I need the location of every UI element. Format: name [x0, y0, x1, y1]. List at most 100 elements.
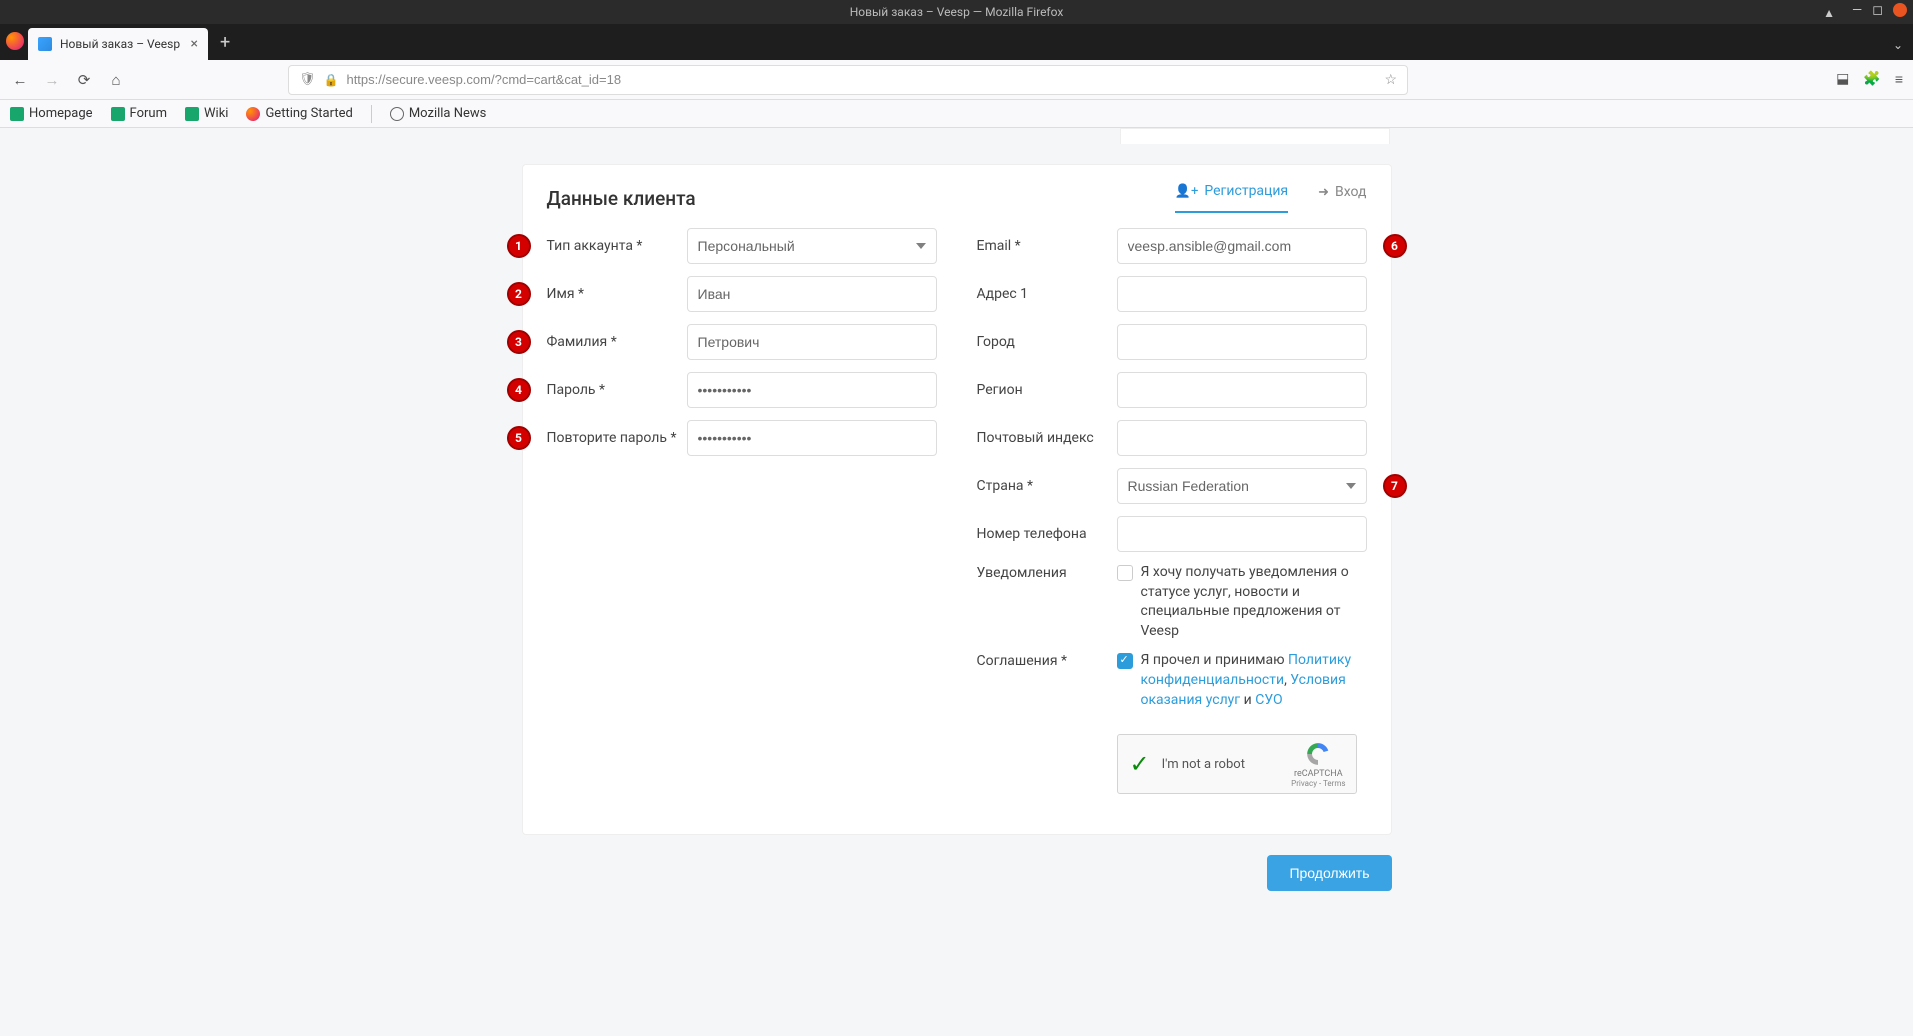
close-icon[interactable]: [1893, 3, 1907, 17]
field-agreements: Соглашения * Я прочел и принимаю Политик…: [977, 651, 1367, 710]
label-region: Регион: [977, 382, 1117, 398]
label-notifications: Уведомления: [977, 563, 1117, 581]
client-data-card: Данные клиента 👤+ Регистрация ➜ Вход 1 Т…: [522, 164, 1392, 835]
lock-icon[interactable]: 🔒: [324, 73, 339, 87]
notification-icon[interactable]: ▲: [1823, 6, 1835, 20]
field-region: Регион: [977, 371, 1367, 409]
field-country: Страна * Russian Federation 7: [977, 467, 1367, 505]
input-last-name[interactable]: [687, 324, 937, 360]
field-postcode: Почтовый индекс: [977, 419, 1367, 457]
reload-button[interactable]: ⟳: [74, 71, 94, 89]
label-country: Страна *: [977, 478, 1117, 494]
bookmark-getting-started[interactable]: Getting Started: [246, 106, 352, 121]
bookmark-forum[interactable]: Forum: [111, 106, 167, 121]
label-email: Email *: [977, 238, 1117, 254]
firefox-icon: [6, 32, 24, 50]
checkbox-notifications[interactable]: [1117, 565, 1133, 581]
annotation-badge-1: 1: [507, 234, 531, 258]
label-city: Город: [977, 334, 1117, 350]
url-bar[interactable]: 🛡 🔒 ☆: [288, 65, 1408, 95]
url-input[interactable]: [346, 72, 1376, 87]
card-heading: Данные клиента: [547, 187, 696, 210]
back-button[interactable]: ←: [10, 71, 30, 89]
field-first-name: 2 Имя *: [547, 275, 937, 313]
bookmark-homepage[interactable]: Homepage: [10, 106, 93, 121]
bookmark-star-icon[interactable]: ☆: [1384, 72, 1397, 88]
new-tab-button[interactable]: +: [220, 32, 230, 53]
bookmarks-bar: Homepage Forum Wiki Getting Started Mozi…: [0, 100, 1913, 128]
field-notifications: Уведомления Я хочу получать уведомления …: [977, 563, 1367, 641]
annotation-badge-6: 6: [1383, 234, 1407, 258]
forward-button: →: [42, 71, 62, 89]
input-email[interactable]: [1117, 228, 1367, 264]
toolbar-right: ⬓ 🧩 ≡: [1836, 71, 1903, 88]
browser-navbar: ← → ⟳ ⌂ 🛡 🔒 ☆ ⬓ 🧩 ≡: [0, 60, 1913, 100]
continue-button[interactable]: Продолжить: [1267, 855, 1391, 891]
window-title: Новый заказ – Veesp — Mozilla Firefox: [850, 5, 1064, 19]
select-account-type[interactable]: Персональный: [687, 228, 937, 264]
label-password-repeat: Повторите пароль *: [547, 430, 687, 446]
recaptcha-widget[interactable]: ✓ I'm not a robot reCAPTCHA Privacy - Te…: [1117, 734, 1357, 794]
label-password: Пароль *: [547, 382, 687, 398]
manjaro-icon: [111, 107, 125, 121]
login-icon: ➜: [1318, 185, 1329, 200]
link-syo[interactable]: СУО: [1255, 692, 1282, 708]
tab-register[interactable]: 👤+ Регистрация: [1175, 183, 1288, 213]
input-address1[interactable]: [1117, 276, 1367, 312]
minimize-icon[interactable]: —: [1852, 3, 1862, 18]
field-city: Город: [977, 323, 1367, 361]
tab-close-icon[interactable]: ×: [191, 36, 198, 52]
input-password-repeat[interactable]: [687, 420, 937, 456]
manjaro-icon: [10, 107, 24, 121]
select-country[interactable]: Russian Federation: [1117, 468, 1367, 504]
pocket-icon[interactable]: ⬓: [1836, 71, 1849, 88]
field-address1: Адрес 1: [977, 275, 1367, 313]
annotation-badge-3: 3: [507, 330, 531, 354]
form-body: 1 Тип аккаунта * Персональный 2 Имя * 3 …: [523, 227, 1391, 804]
browser-tab[interactable]: Новый заказ – Veesp ×: [28, 28, 208, 60]
auth-tabs: 👤+ Регистрация ➜ Вход: [1175, 183, 1367, 213]
bookmark-wiki[interactable]: Wiki: [185, 106, 228, 121]
label-first-name: Имя *: [547, 286, 687, 302]
label-postcode: Почтовый индекс: [977, 430, 1117, 446]
annotation-badge-4: 4: [507, 378, 531, 402]
agreements-text: Я прочел и принимаю Политику конфиденциа…: [1141, 651, 1367, 710]
user-plus-icon: 👤+: [1175, 184, 1199, 199]
label-agreements: Соглашения *: [977, 651, 1117, 669]
input-first-name[interactable]: [687, 276, 937, 312]
footer-actions: Продолжить: [522, 855, 1392, 891]
annotation-badge-5: 5: [507, 426, 531, 450]
field-email: Email * 6: [977, 227, 1367, 265]
field-last-name: 3 Фамилия *: [547, 323, 937, 361]
input-city[interactable]: [1117, 324, 1367, 360]
checkbox-agreements[interactable]: [1117, 653, 1133, 669]
page-content: Данные клиента 👤+ Регистрация ➜ Вход 1 Т…: [0, 128, 1913, 891]
shield-icon[interactable]: 🛡: [299, 72, 316, 87]
globe-icon: [390, 107, 404, 121]
bookmark-mozilla-news[interactable]: Mozilla News: [390, 106, 487, 121]
maximize-icon[interactable]: ◻: [1872, 3, 1883, 18]
field-phone: Номер телефона: [977, 515, 1367, 553]
menu-icon[interactable]: ≡: [1895, 71, 1903, 88]
input-phone[interactable]: [1117, 516, 1367, 552]
notifications-text: Я хочу получать уведомления о статусе ус…: [1141, 563, 1367, 641]
recaptcha-logo: reCAPTCHA Privacy - Terms: [1291, 741, 1345, 788]
tab-login[interactable]: ➜ Вход: [1318, 183, 1366, 213]
home-button[interactable]: ⌂: [106, 71, 126, 89]
check-icon: ✓: [1130, 750, 1150, 778]
tab-title: Новый заказ – Veesp: [60, 37, 183, 51]
label-account-type: Тип аккаунта *: [547, 238, 687, 254]
form-col-left: 1 Тип аккаунта * Персональный 2 Имя * 3 …: [547, 227, 937, 804]
card-header: Данные клиента 👤+ Регистрация ➜ Вход: [523, 165, 1391, 227]
extensions-icon[interactable]: 🧩: [1863, 71, 1880, 88]
manjaro-icon: [185, 107, 199, 121]
input-region[interactable]: [1117, 372, 1367, 408]
input-postcode[interactable]: [1117, 420, 1367, 456]
field-password-repeat: 5 Повторите пароль *: [547, 419, 937, 457]
tabs-dropdown-icon[interactable]: ⌄: [1893, 38, 1903, 52]
firefox-icon: [246, 107, 260, 121]
input-password[interactable]: [687, 372, 937, 408]
favicon-icon: [38, 37, 52, 51]
annotation-badge-2: 2: [507, 282, 531, 306]
field-password: 4 Пароль *: [547, 371, 937, 409]
